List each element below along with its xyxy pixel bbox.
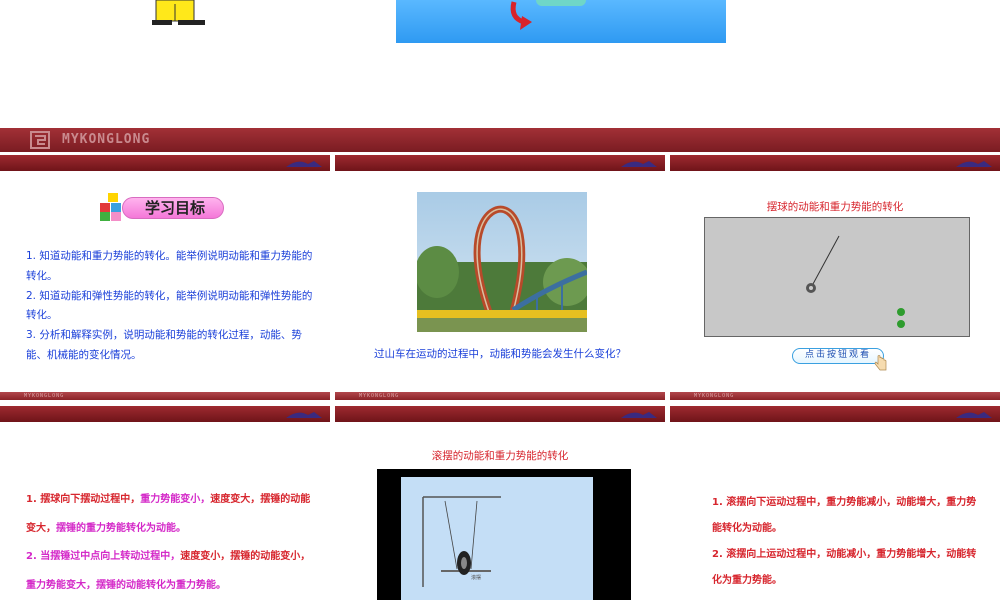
maxwell-wheel-video[interactable]: 滚摆 xyxy=(377,469,631,600)
explanation-para-2: 2. 当摆锤过中点向上转动过程中，速度变小，摆锤的动能变小，重力势能变大，摆锤的… xyxy=(26,551,311,591)
slide-header xyxy=(0,406,330,422)
header-logo-icon xyxy=(621,161,657,167)
figure-pants-icon xyxy=(152,0,205,25)
cloud-shape xyxy=(536,0,586,6)
goal-item-2: 2. 知道动能和弹性势能的转化，能举例说明动能和弹性势能的转化。 xyxy=(26,289,313,322)
goal-pill: 学习目标 xyxy=(122,197,224,219)
slide-footer: MYKONGLONG xyxy=(335,392,665,400)
header-logo-icon xyxy=(621,412,657,418)
goal-list: 1. 知道动能和重力势能的转化。能举例说明动能和重力势能的转化。 2. 知道动能… xyxy=(26,247,316,366)
goal-label: 学习目标 xyxy=(144,199,205,217)
explanation-para-1: 1. 滚摆向下运动过程中，重力势能减小，动能增大，重力势能转化为动能。 xyxy=(712,497,977,534)
pendulum-explanation: 1. 摆球向下摆动过程中，重力势能变小，速度变大，摆锤的动能变大，摆锤的重力势能… xyxy=(26,486,316,600)
slide-caption: 过山车在运动的过程中，动能和势能会发生什么变化？ xyxy=(374,348,626,360)
brand-logo-icon xyxy=(30,131,50,149)
slide-thumbnail-5[interactable]: 滚摆的动能和重力势能的转化 滚摆 xyxy=(335,406,665,600)
slide-title: 滚摆的动能和重力势能的转化 xyxy=(431,450,569,462)
watch-button[interactable]: 点击按钮观看 xyxy=(792,348,884,364)
curved-arrow-icon xyxy=(510,1,532,30)
slide-title: 摆球的动能和重力势能的转化 xyxy=(766,201,904,213)
reset-control-icon[interactable] xyxy=(897,320,905,328)
slide-thumbnail-6[interactable]: 1. 滚摆向下运动过程中，重力势能减小，动能增大，重力势能转化为动能。 2. 滚… xyxy=(670,406,1000,600)
slide-thumbnail-1[interactable]: 学习目标 1. 知道动能和重力势能的转化。能举例说明动能和重力势能的转化。 2.… xyxy=(0,155,330,400)
explanation-para-2: 2. 滚摆向上运动过程中，动能减小，重力势能增大，动能转化为重力势能。 xyxy=(712,549,977,586)
play-control-icon[interactable] xyxy=(897,308,905,316)
roller-coaster-photo xyxy=(417,192,587,332)
header-logo-icon xyxy=(286,412,322,418)
slide-thumbnail-2[interactable]: 过山车在运动的过程中，动能和势能会发生什么变化？ MYKONGLONG xyxy=(335,155,665,400)
slide-header xyxy=(670,155,1000,171)
slide-header xyxy=(670,406,1000,422)
slide-footer: MYKONGLONG xyxy=(0,392,330,400)
slide-header xyxy=(335,155,665,171)
pendulum-animation xyxy=(704,217,970,337)
wheel-label: 滚摆 xyxy=(471,574,481,581)
explanation-para-1: 1. 摆球向下摆动过程中，重力势能变小，速度变大，摆锤的动能变大，摆锤的重力势能… xyxy=(26,494,311,534)
top-slide-image xyxy=(396,0,726,43)
header-logo-icon xyxy=(956,161,992,167)
goal-item-3: 3. 分析和解释实例，说明动能和势能的转化过程，动能、势能、机械能的变化情况。 xyxy=(26,329,302,361)
header-logo-icon xyxy=(286,161,322,167)
slide-thumbnail-4[interactable]: 1. 摆球向下摆动过程中，重力势能变小，速度变大，摆锤的动能变大，摆锤的重力势能… xyxy=(0,406,330,600)
learning-goal-badge: 学习目标 xyxy=(100,193,224,221)
pendulum-drawing xyxy=(806,235,905,328)
header-logo-icon xyxy=(956,412,992,418)
brand-name: MYKONGLONG xyxy=(62,132,151,147)
slide-header xyxy=(335,406,665,422)
slide-header xyxy=(0,155,330,171)
slide-footer: MYKONGLONG xyxy=(670,392,1000,400)
maxwell-wheel-explanation: 1. 滚摆向下运动过程中，重力势能减小，动能增大，重力势能转化为动能。 2. 滚… xyxy=(712,490,982,594)
slide-thumbnail-3[interactable]: 摆球的动能和重力势能的转化 点击按钮观看 MYKONGLONG xyxy=(670,155,1000,400)
hand-pointer-icon xyxy=(874,355,887,371)
video-frame: 滚摆 xyxy=(401,477,593,600)
goal-item-1: 1. 知道动能和重力势能的转化。能举例说明动能和重力势能的转化。 xyxy=(26,250,313,282)
maxwell-wheel-drawing: 滚摆 xyxy=(422,496,501,587)
